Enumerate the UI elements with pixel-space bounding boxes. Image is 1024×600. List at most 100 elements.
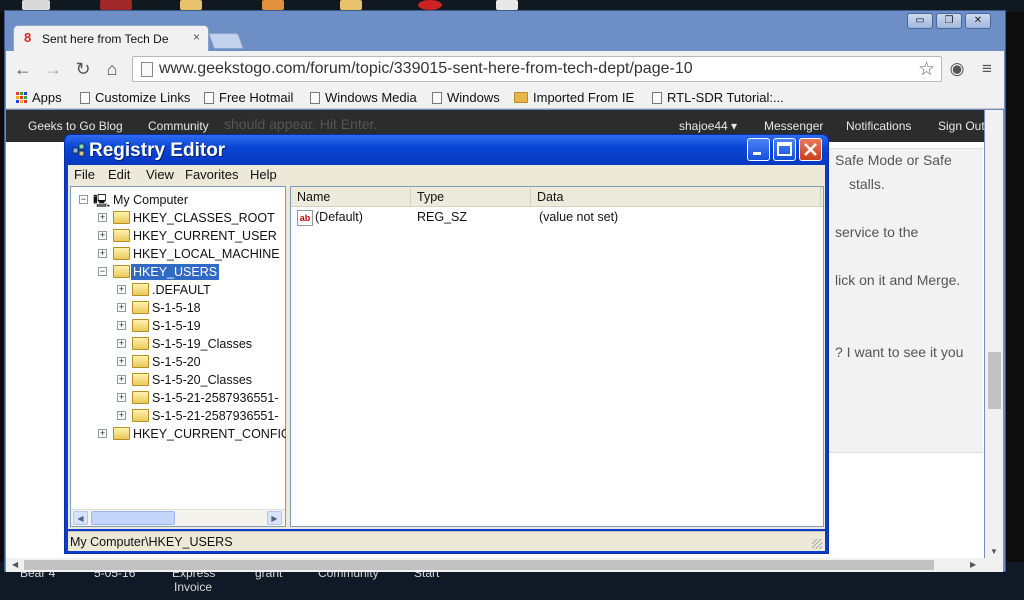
bookmark-rtl-sdr[interactable]: RTL-SDR Tutorial:... xyxy=(652,90,784,105)
reload-icon[interactable]: ↻ xyxy=(72,59,94,79)
browser-window-controls: ▭ ❐ ✕ xyxy=(907,13,991,29)
scrollbar-thumb[interactable] xyxy=(988,352,1001,409)
back-arrow-icon[interactable]: ← xyxy=(12,59,34,79)
expand-icon[interactable]: + xyxy=(117,393,126,402)
registry-values-pane[interactable]: Name Type Data ab (Default) REG_SZ (valu… xyxy=(290,186,824,527)
column-header-type[interactable]: Type xyxy=(411,187,531,207)
folder-icon xyxy=(132,283,149,296)
value-name: (Default) xyxy=(315,210,363,224)
post-text-line: ? I want to see it you xyxy=(835,344,964,360)
page-horizontal-scrollbar[interactable]: ◀ ▶ xyxy=(6,558,1003,572)
browser-restore-button[interactable]: ❐ xyxy=(936,13,962,29)
browser-tab[interactable]: 8 Sent here from Tech De × xyxy=(13,25,209,51)
menu-file[interactable]: File xyxy=(74,167,95,182)
column-header-data[interactable]: Data xyxy=(531,187,821,207)
scroll-left-arrow-icon[interactable]: ◀ xyxy=(73,511,88,525)
forum-post: Safe Mode or Safe stalls. service to the… xyxy=(823,148,983,452)
bookmark-star-icon[interactable]: ☆ xyxy=(918,58,935,81)
extension-icon[interactable]: ◉ xyxy=(946,59,968,79)
desktop-icon[interactable] xyxy=(340,0,362,10)
scrollbar-thumb[interactable] xyxy=(24,560,934,570)
home-icon[interactable]: ⌂ xyxy=(101,59,123,79)
tree-label: S-1-5-19_Classes xyxy=(152,337,253,351)
bookmark-free-hotmail[interactable]: Free Hotmail xyxy=(204,90,293,105)
expand-icon[interactable]: + xyxy=(117,411,126,420)
post-text-line: lick on it and Merge. xyxy=(835,272,961,288)
nav-link-notifications[interactable]: Notifications xyxy=(846,119,911,133)
tree-label: S-1-5-21-2587936551- xyxy=(152,391,279,405)
expand-icon[interactable]: + xyxy=(98,231,107,240)
expand-icon[interactable]: + xyxy=(98,429,107,438)
tree-label-selected: HKEY_USERS xyxy=(129,263,221,281)
menu-view[interactable]: View xyxy=(146,167,174,182)
regedit-maximize-button[interactable] xyxy=(773,138,796,161)
expand-icon[interactable]: + xyxy=(117,303,126,312)
tree-label: S-1-5-19 xyxy=(152,319,201,333)
menu-edit[interactable]: Edit xyxy=(108,167,130,182)
nav-link-blog[interactable]: Geeks to Go Blog xyxy=(28,119,123,133)
browser-minimize-button[interactable]: ▭ xyxy=(907,13,933,29)
folder-icon xyxy=(113,229,130,242)
forward-arrow-icon[interactable]: → xyxy=(42,59,64,79)
url-input[interactable] xyxy=(159,60,899,78)
expand-icon[interactable]: + xyxy=(117,339,126,348)
address-bar[interactable]: ☆ xyxy=(132,56,942,82)
page-vertical-scrollbar[interactable]: ▼ xyxy=(985,110,1003,558)
collapse-icon[interactable]: − xyxy=(79,195,88,204)
desktop-icon[interactable] xyxy=(100,0,132,10)
expand-icon[interactable]: + xyxy=(98,249,107,258)
bookmark-apps[interactable]: Apps xyxy=(16,90,62,105)
scroll-right-arrow-icon[interactable]: ▶ xyxy=(970,560,976,569)
nav-link-messenger[interactable]: Messenger xyxy=(764,119,823,133)
browser-close-button[interactable]: ✕ xyxy=(965,13,991,29)
nav-user-menu[interactable]: shajoe44 ▾ xyxy=(679,119,737,133)
nav-link-sign-out[interactable]: Sign Out xyxy=(938,119,985,133)
bookmark-customize-links[interactable]: Customize Links xyxy=(80,90,190,105)
bookmark-imported-from-ie[interactable]: Imported From IE xyxy=(514,90,634,105)
bookmark-windows-media[interactable]: Windows Media xyxy=(310,90,417,105)
column-header-name[interactable]: Name xyxy=(291,187,411,207)
value-row[interactable]: ab (Default) REG_SZ (value not set) xyxy=(291,209,823,227)
menu-icon[interactable]: ≡ xyxy=(976,59,998,79)
tab-close-icon[interactable]: × xyxy=(193,30,200,44)
bookmark-windows[interactable]: Windows xyxy=(432,90,500,105)
bookmark-label: Windows xyxy=(447,90,500,105)
desktop-icon[interactable] xyxy=(262,0,284,10)
menu-help[interactable]: Help xyxy=(250,167,277,182)
new-tab-button[interactable] xyxy=(208,33,244,49)
menu-favorites[interactable]: Favorites xyxy=(185,167,238,182)
nav-link-community[interactable]: Community xyxy=(148,119,209,133)
tree-label: HKEY_CURRENT_USER xyxy=(133,229,277,243)
desktop-icon[interactable] xyxy=(22,0,50,10)
registry-tree-pane[interactable]: − 🖳 My Computer + HKEY_CLASSES_ROOT + HK… xyxy=(70,186,291,527)
post-text-behind: should appear. Hit Enter. xyxy=(224,116,378,132)
site-favicon-icon: 8 xyxy=(24,30,32,45)
expand-icon[interactable]: + xyxy=(117,285,126,294)
regedit-minimize-button[interactable] xyxy=(747,138,770,161)
scroll-left-arrow-icon[interactable]: ◀ xyxy=(12,560,18,569)
bookmark-label: Customize Links xyxy=(95,90,191,105)
expand-icon[interactable]: + xyxy=(98,213,107,222)
collapse-icon[interactable]: − xyxy=(98,267,107,276)
desktop-label[interactable]: Invoice xyxy=(174,580,212,594)
expand-icon[interactable]: + xyxy=(117,321,126,330)
resize-grip-icon[interactable] xyxy=(812,539,822,549)
folder-icon xyxy=(113,427,130,440)
scroll-down-arrow-icon[interactable]: ▼ xyxy=(990,547,998,556)
forum-post-footer xyxy=(823,452,983,560)
desktop-icon[interactable] xyxy=(496,0,518,10)
scroll-right-arrow-icon[interactable]: ▶ xyxy=(267,511,282,525)
expand-icon[interactable]: + xyxy=(117,357,126,366)
computer-icon: 🖳 xyxy=(93,193,111,208)
regedit-title-bar[interactable]: Registry Editor xyxy=(65,135,828,165)
post-text-line: stalls. xyxy=(849,176,885,192)
desktop-icon[interactable] xyxy=(418,0,442,10)
folder-icon xyxy=(132,355,149,368)
regedit-close-button[interactable] xyxy=(799,138,822,161)
maximize-icon xyxy=(777,142,792,156)
tree-horizontal-scrollbar[interactable]: ◀ ▶ xyxy=(71,509,285,526)
open-folder-icon xyxy=(113,265,130,278)
desktop-icon[interactable] xyxy=(180,0,202,10)
scrollbar-thumb[interactable] xyxy=(91,511,175,525)
expand-icon[interactable]: + xyxy=(117,375,126,384)
